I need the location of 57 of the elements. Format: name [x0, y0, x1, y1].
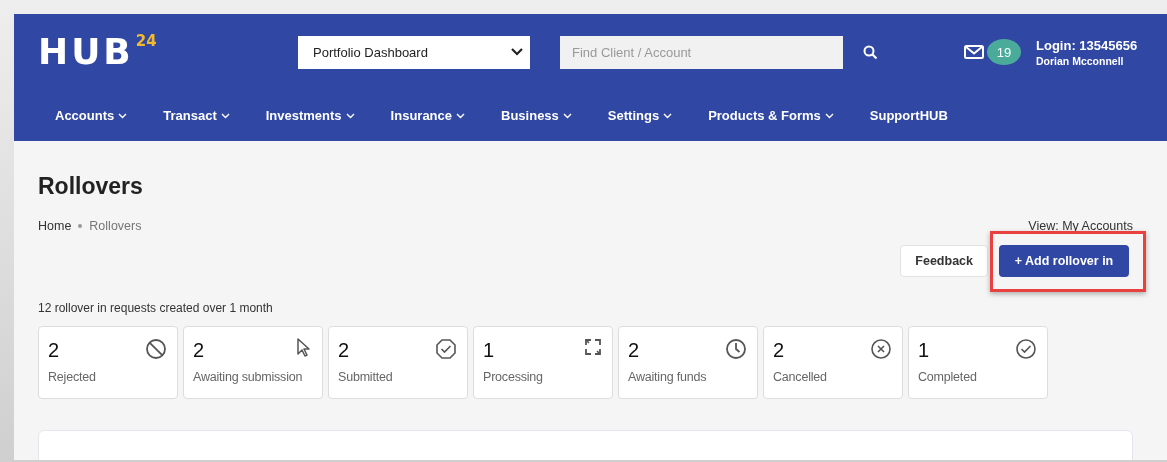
nav-menu-item[interactable]: Products & Forms — [708, 108, 834, 123]
chevron-down-icon[interactable] — [118, 113, 128, 119]
message-count-badge: 19 — [987, 39, 1021, 65]
chevron-down-icon[interactable] — [663, 113, 673, 119]
status-count: 2 — [628, 338, 640, 362]
status-label: Completed — [918, 370, 978, 384]
caret-icon[interactable] — [510, 47, 524, 57]
breadcrumb-link[interactable]: Home — [38, 219, 72, 233]
clock-icon — [725, 338, 747, 360]
chevron-down-icon[interactable] — [562, 113, 572, 119]
add-rollover-button[interactable]: + Add rollover in — [999, 245, 1129, 277]
breadcrumb-separator — [78, 224, 83, 228]
status-count: 1 — [483, 338, 495, 362]
nav-menu-item[interactable]: Transact — [163, 108, 230, 123]
view-select[interactable]: Portfolio Dashboard — [298, 35, 530, 69]
status-label: Submitted — [338, 370, 394, 384]
user-name: Dorian Mcconnell — [1036, 54, 1125, 67]
cursor-icon — [296, 338, 312, 358]
nav-menu-item[interactable]: SupportHUB — [869, 108, 948, 123]
status-count: 2 — [193, 338, 205, 362]
status-card[interactable]: 2 Cancelled — [763, 326, 903, 399]
status-label: Awaiting submission — [193, 370, 304, 384]
feedback-button[interactable]: Feedback — [900, 245, 988, 277]
nav-menu-item[interactable]: Investments — [265, 108, 355, 123]
chevron-down-icon[interactable] — [824, 113, 834, 119]
login-id: Login: 13545656 — [1036, 37, 1138, 53]
page-title: Rollovers — [38, 172, 144, 200]
status-count: 2 — [338, 338, 350, 362]
nav-menu-item[interactable]: Insurance — [390, 108, 465, 123]
breadcrumb-link[interactable]: Rollovers — [89, 219, 142, 233]
status-count: 1 — [918, 338, 930, 362]
status-card[interactable]: 2 Awaiting submission — [183, 326, 323, 399]
status-count: 2 — [773, 338, 785, 362]
status-label: Rejected — [48, 370, 97, 384]
status-label: Processing — [483, 370, 544, 384]
chevron-down-icon[interactable] — [456, 113, 465, 119]
blocked-icon — [145, 338, 167, 360]
status-card[interactable]: 2 Rejected — [38, 326, 178, 399]
status-count: 2 — [48, 338, 60, 362]
check-circle-icon — [1015, 338, 1037, 360]
search-field[interactable]: Find Client / Account — [560, 35, 843, 69]
status-label: Cancelled — [773, 370, 828, 384]
nav-menu-item[interactable]: Business — [501, 108, 572, 123]
status-label: Awaiting funds — [628, 370, 708, 384]
status-card[interactable]: 1 Processing — [473, 326, 613, 399]
summary-text: 12 rollover in requests created over 1 month — [38, 301, 274, 315]
check-octagon-icon — [435, 338, 457, 360]
status-card[interactable]: 2 Awaiting funds — [618, 326, 758, 399]
nav-menu-item[interactable]: Accounts — [55, 108, 128, 123]
chevron-down-icon[interactable] — [220, 113, 230, 119]
search-icon[interactable] — [863, 44, 878, 60]
chevron-down-icon[interactable] — [345, 113, 355, 119]
mail-icon[interactable] — [964, 45, 984, 59]
nav-menu-item[interactable]: Settings — [607, 108, 673, 123]
cancel-icon — [870, 338, 892, 360]
status-card[interactable]: 1 Completed — [908, 326, 1048, 399]
status-card[interactable]: 2 Submitted — [328, 326, 468, 399]
